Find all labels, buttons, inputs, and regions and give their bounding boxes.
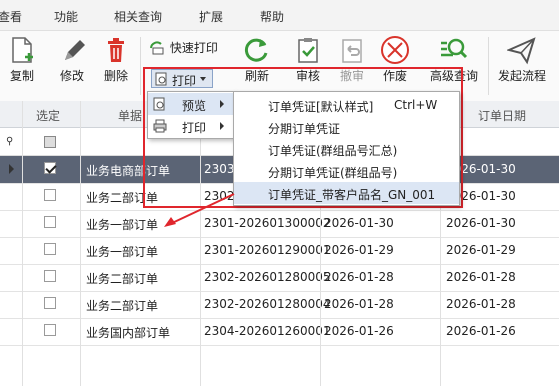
cell-number: 2302-202601280004 bbox=[204, 297, 331, 311]
preview-icon bbox=[153, 97, 165, 111]
row-checkbox[interactable] bbox=[44, 270, 56, 282]
table-row[interactable]: 业务二部订单 2302-202601280004 2026-01-28 2026-01… bbox=[0, 291, 559, 319]
copy-button[interactable]: 复制 bbox=[6, 35, 38, 84]
submenu-item-default[interactable]: 订单凭证[默认样式] Ctrl+W bbox=[234, 94, 459, 116]
print-dropdown-button[interactable]: 打印 bbox=[151, 69, 213, 88]
menu-function[interactable]: 功能 bbox=[54, 8, 78, 25]
cell-number: 2302-202601280005 bbox=[204, 270, 331, 284]
menu-bar: 查看 功能 相关查询 扩展 帮助 bbox=[0, 0, 559, 31]
quick-print-icon bbox=[150, 40, 164, 54]
send-icon bbox=[507, 37, 536, 65]
menu-extension[interactable]: 扩展 bbox=[199, 8, 223, 25]
table-row[interactable]: 业务二部订单 2302-202601280005 2026-01-28 2026-01… bbox=[0, 264, 559, 292]
cell-type: 业务一部订单 bbox=[86, 218, 159, 232]
quick-print-button[interactable]: 快速打印 bbox=[148, 39, 224, 56]
table-row[interactable]: 业务一部订单 2301-202601300002 2026-01-30 2026-01… bbox=[0, 210, 559, 238]
cell-order-date: 2026-01-30 bbox=[446, 216, 516, 230]
row-checkbox[interactable] bbox=[44, 216, 56, 228]
submenu-item-installment[interactable]: 分期订单凭证 bbox=[234, 116, 459, 138]
shortcut-label: Ctrl+W bbox=[394, 98, 438, 112]
submenu-item-installment-group[interactable]: 分期订单凭证(群组品号) bbox=[234, 160, 459, 182]
cell-type: 业务一部订单 bbox=[86, 245, 159, 259]
print-menu: 预览 打印 bbox=[147, 91, 235, 139]
row-checkbox[interactable] bbox=[44, 243, 56, 255]
column-divider bbox=[80, 101, 81, 386]
cell-type: 业务二部订单 bbox=[86, 272, 159, 286]
menu-item-print[interactable]: 打印 bbox=[148, 115, 234, 137]
filter-pin-icon: ⚲ bbox=[6, 136, 14, 147]
cell-date: 2026-01-28 bbox=[324, 297, 394, 311]
submenu-arrow-icon bbox=[220, 122, 224, 130]
refresh-icon bbox=[244, 38, 268, 62]
trash-icon bbox=[108, 38, 124, 62]
cell-order-date: 2026-01-28 bbox=[446, 297, 516, 311]
toolbar-divider bbox=[140, 37, 141, 95]
undo-icon bbox=[342, 39, 362, 63]
preview-submenu: 订单凭证[默认样式] Ctrl+W 分期订单凭证 订单凭证(群组品号汇总) 分期… bbox=[233, 91, 460, 206]
cell-order-date: 2026-01-28 bbox=[446, 270, 516, 284]
column-header-order-date[interactable]: 订单日期 bbox=[478, 107, 526, 124]
scissors-icon bbox=[381, 36, 409, 64]
print-preview-icon bbox=[155, 72, 167, 86]
row-indicator-icon bbox=[9, 164, 14, 174]
cell-date: 2026-01-29 bbox=[324, 243, 394, 257]
cell-number: 2304-202601260001 bbox=[204, 324, 331, 338]
clipboard-check-icon bbox=[298, 38, 318, 63]
column-header-select[interactable]: 选定 bbox=[36, 107, 60, 124]
submenu-item-group-summary[interactable]: 订单凭证(群组品号汇总) bbox=[234, 138, 459, 160]
table-row[interactable]: 业务一部订单 2301-202601290001 2026-01-29 2026-01… bbox=[0, 237, 559, 265]
copy-icon bbox=[12, 37, 33, 63]
menu-help[interactable]: 帮助 bbox=[260, 8, 284, 25]
cell-date: 2026-01-30 bbox=[324, 216, 394, 230]
cell-date: 2026-01-28 bbox=[324, 270, 394, 284]
printer-icon bbox=[153, 119, 167, 133]
delete-button[interactable]: 删除 bbox=[100, 35, 132, 84]
row-checkbox[interactable] bbox=[44, 324, 56, 336]
table-row[interactable]: 业务国内部订单 2304-202601260001 2026-01-26 2026-0… bbox=[0, 318, 559, 346]
row-checkbox[interactable] bbox=[44, 162, 56, 174]
search-list-icon bbox=[441, 38, 468, 59]
chevron-down-icon bbox=[200, 77, 206, 81]
cell-order-date: 2026-01-26 bbox=[446, 324, 516, 338]
cell-type: 业务国内部订单 bbox=[86, 326, 171, 340]
launch-flow-button[interactable]: 发起流程 bbox=[494, 35, 550, 84]
edit-button[interactable]: 修改 bbox=[56, 35, 88, 84]
pencil-icon bbox=[65, 40, 85, 60]
cell-order-date: 2026-01-29 bbox=[446, 243, 516, 257]
annotation-arrow-icon bbox=[164, 193, 235, 227]
menu-view[interactable]: 查看 bbox=[0, 8, 22, 25]
cell-type: 业务二部订单 bbox=[86, 299, 159, 313]
submenu-arrow-icon bbox=[220, 100, 224, 108]
cell-number: 2301-202601290001 bbox=[204, 243, 331, 257]
column-header-type[interactable]: 单据 bbox=[118, 107, 142, 124]
menu-related-query[interactable]: 相关查询 bbox=[114, 8, 162, 25]
submenu-item-customer-product[interactable]: 订单凭证_带客户品名_GN_001 bbox=[234, 182, 459, 204]
column-divider bbox=[22, 101, 23, 386]
toolbar-divider bbox=[488, 37, 489, 95]
row-checkbox[interactable] bbox=[44, 297, 56, 309]
menu-item-preview[interactable]: 预览 bbox=[148, 93, 234, 115]
cell-date: 2026-01-26 bbox=[324, 324, 394, 338]
select-all-checkbox[interactable] bbox=[44, 136, 56, 148]
row-checkbox[interactable] bbox=[44, 189, 56, 201]
